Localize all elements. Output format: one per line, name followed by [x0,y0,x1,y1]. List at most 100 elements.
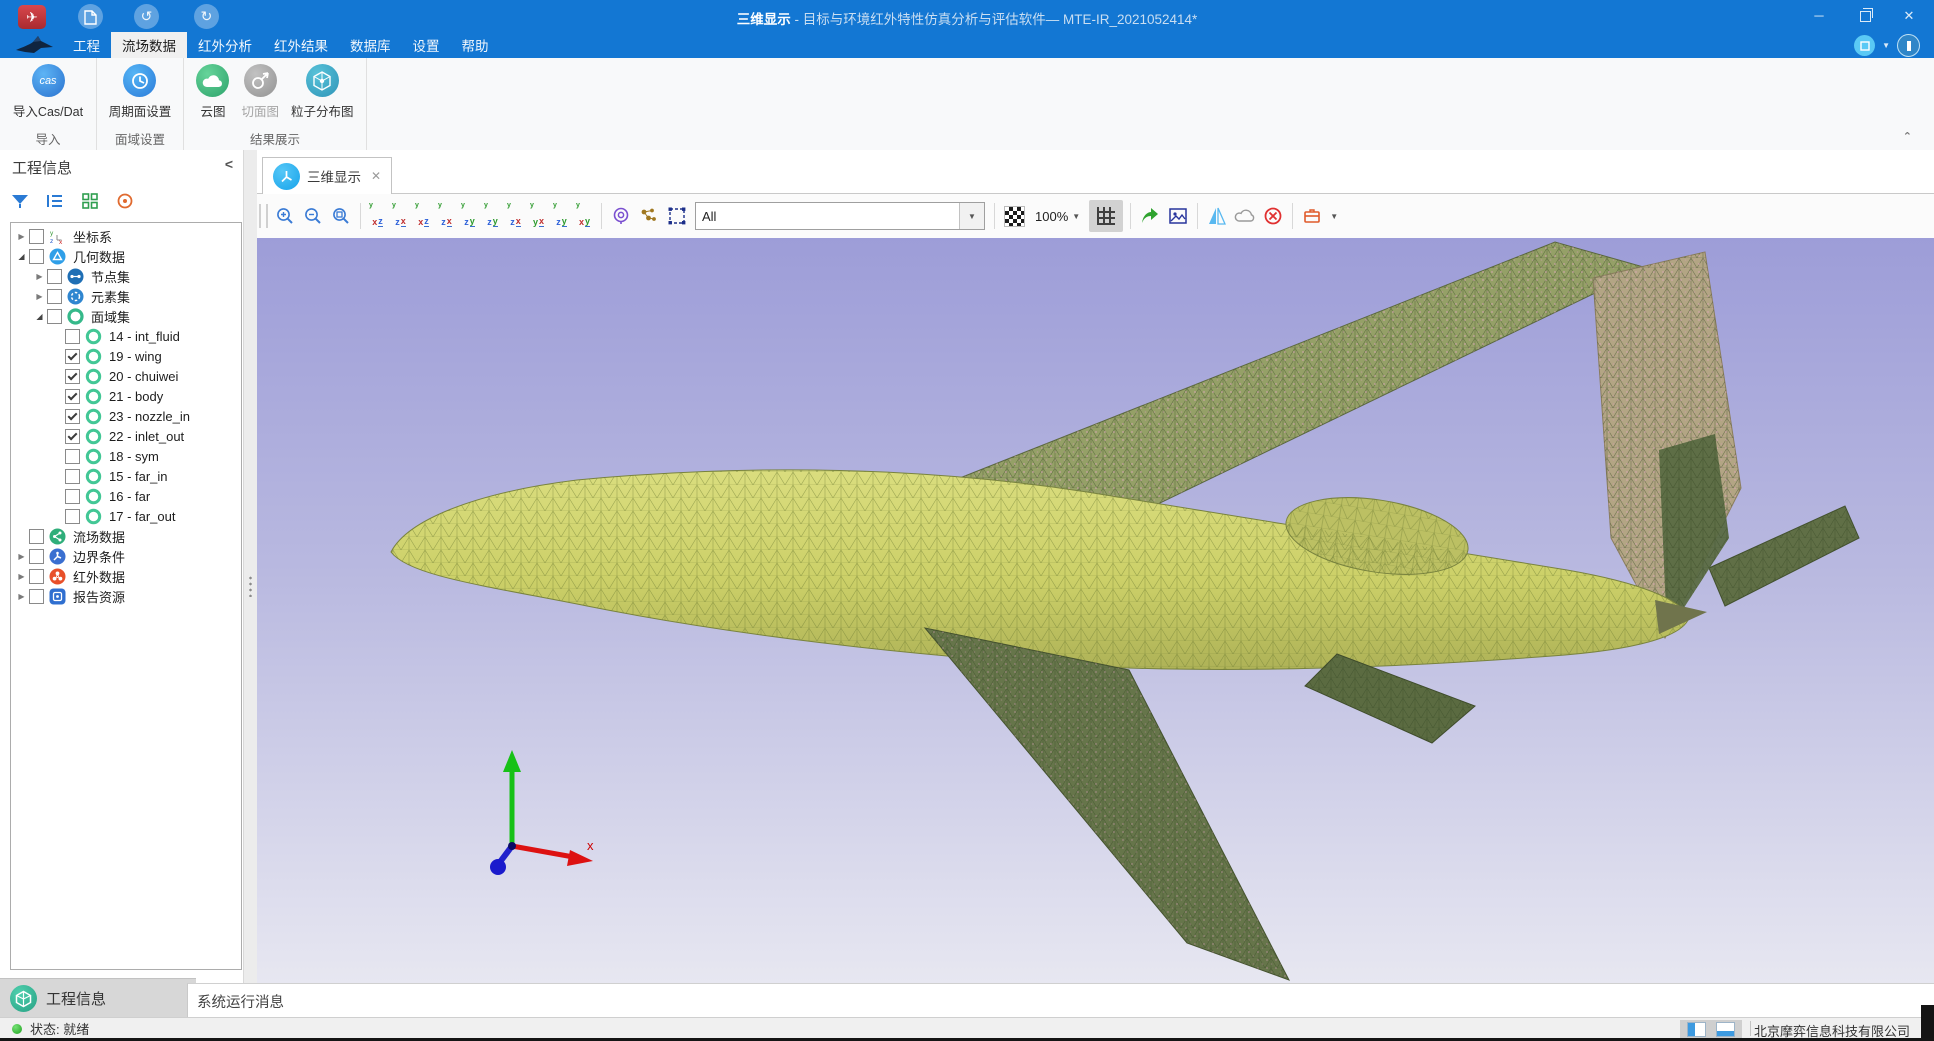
particles-icon[interactable] [635,201,663,231]
view-iso-1-icon[interactable]: yzx [504,201,527,231]
tree-checkbox[interactable] [29,549,44,564]
tree-item--[interactable]: ◢几何数据 [11,246,241,266]
tree-item-15-far_in[interactable]: 15 - far_in [11,466,241,486]
viewport-3d-canvas[interactable]: x [257,238,1934,983]
zoom-in-icon[interactable] [271,201,299,231]
tree-item-23-nozzle_in[interactable]: 23 - nozzle_in [11,406,241,426]
locate-pin-icon[interactable] [607,201,635,231]
combo-dropdown-icon[interactable]: ▼ [959,203,984,229]
tree-item-22-inlet_out[interactable]: 22 - inlet_out [11,426,241,446]
tab-3d-display[interactable]: 三维显示 ✕ [262,157,392,195]
toolbar-grip-icon[interactable] [259,204,268,228]
dropdown-caret-icon[interactable]: ▼ [1882,41,1890,50]
sidebar-collapse-icon[interactable]: < [225,156,233,172]
tree-checkbox[interactable] [29,229,44,244]
share-arrow-icon[interactable] [1136,201,1164,231]
tree-item--[interactable]: ▶边界条件 [11,546,241,566]
tree-checkbox[interactable] [65,409,80,424]
zoom-percent-control[interactable]: 100% ▼ [1028,209,1087,224]
tree-expander-icon[interactable]: ▶ [15,592,28,601]
tree-checkbox[interactable] [65,369,80,384]
tree-expander-icon[interactable]: ▶ [33,292,46,301]
grid-green-icon[interactable] [80,191,100,211]
tree-checkbox[interactable] [47,289,62,304]
tree-item-18-sym[interactable]: 18 - sym [11,446,241,466]
zoom-fit-icon[interactable] [327,201,355,231]
tree-item--[interactable]: ▶节点集 [11,266,241,286]
mirror-icon[interactable] [1203,201,1231,231]
panel-bottom-icon[interactable] [1716,1022,1735,1037]
menu-item-2[interactable]: 流场数据 [111,32,187,58]
tree-item--[interactable]: 流场数据 [11,526,241,546]
tree-item-16-far[interactable]: 16 - far [11,486,241,506]
view-back-icon[interactable]: yzx [389,201,412,231]
scene-box-icon[interactable] [1298,201,1326,231]
tree-item--[interactable]: ◢面域集 [11,306,241,326]
chevron-up-icon[interactable]: ⌃ [1903,130,1912,143]
tree-item--[interactable]: ▶yzx坐标系 [11,226,241,246]
menu-item-3[interactable]: 红外分析 [187,32,263,58]
view-iso-3-icon[interactable]: yzy [550,201,573,231]
tree-checkbox[interactable] [65,449,80,464]
grid-toggle-button[interactable] [1089,200,1123,232]
tree-item-19-wing[interactable]: 19 - wing [11,346,241,366]
caret-down-icon[interactable]: ▼ [1326,201,1342,231]
menu-item-6[interactable]: 设置 [402,32,451,58]
account-circle-icon[interactable] [1897,34,1920,57]
view-top-icon[interactable]: yzy [458,201,481,231]
tree-checkbox[interactable] [65,429,80,444]
tree-item-17-far_out[interactable]: 17 - far_out [11,506,241,526]
tree-expander-icon[interactable]: ◢ [33,312,46,321]
view-right-icon[interactable]: yzx [435,201,458,231]
forbid-icon[interactable] [1259,201,1287,231]
new-document-icon[interactable] [78,4,103,29]
project-info-bottom-bar[interactable]: 工程信息 [0,978,196,1018]
tree-expander-icon[interactable]: ▶ [15,572,28,581]
tree-item--[interactable]: ▶红外数据 [11,566,241,586]
tree-checkbox[interactable] [29,569,44,584]
snapshot-icon[interactable] [1164,201,1192,231]
tree-expander-icon[interactable]: ▶ [33,272,46,281]
tree-item--[interactable]: ▶报告资源 [11,586,241,606]
window-circle-icon[interactable] [1854,35,1875,56]
tree-checkbox[interactable] [29,249,44,264]
ribbon-button-clock[interactable]: 周期面设置 [109,64,172,120]
tree-expander-icon[interactable]: ◢ [15,252,28,261]
close-button[interactable]: ✕ [1892,0,1926,32]
undo-icon[interactable]: ↺ [134,4,159,29]
redo-icon[interactable]: ↻ [194,4,219,29]
tree-item-14-int_fluid[interactable]: 14 - int_fluid [11,326,241,346]
view-iso-4-icon[interactable]: yxy [573,201,596,231]
filter-triangle-icon[interactable] [10,191,30,211]
tree-checkbox[interactable] [29,529,44,544]
tree-item-21-body[interactable]: 21 - body [11,386,241,406]
outline-list-icon[interactable] [45,191,65,211]
tree-checkbox[interactable] [65,489,80,504]
maximize-restore-button[interactable] [1848,0,1882,32]
menu-item-5[interactable]: 数据库 [339,32,402,58]
menu-item-1[interactable]: 工程 [62,32,111,58]
display-filter-combo[interactable]: All ▼ [695,202,985,230]
app-plane-badge[interactable]: ✈ [18,5,46,29]
view-left-icon[interactable]: yxz [412,201,435,231]
view-bottom-icon[interactable]: yzy [481,201,504,231]
view-iso-2-icon[interactable]: yyx [527,201,550,231]
tree-checkbox[interactable] [65,329,80,344]
cloud-outline-icon[interactable] [1231,201,1259,231]
menu-item-7[interactable]: 帮助 [451,32,500,58]
box-select-icon[interactable] [663,201,691,231]
tree-expander-icon[interactable]: ▶ [15,232,28,241]
tree-item-20-chuiwei[interactable]: 20 - chuiwei [11,366,241,386]
tree-checkbox[interactable] [65,389,80,404]
tree-item--[interactable]: ▶元素集 [11,286,241,306]
target-orange-icon[interactable] [115,191,135,211]
tree-checkbox[interactable] [47,269,62,284]
view-front-icon[interactable]: yxz [366,201,389,231]
ribbon-button-cas-badge[interactable]: cas导入Cas/Dat [13,64,83,120]
tree-expander-icon[interactable]: ▶ [15,552,28,561]
ribbon-button-particles[interactable]: 粒子分布图 [291,64,354,120]
tree-checkbox[interactable] [65,509,80,524]
tree-checkbox[interactable] [65,469,80,484]
splitter-grip-icon[interactable] [249,575,252,597]
minimize-button[interactable]: ─ [1802,0,1836,32]
